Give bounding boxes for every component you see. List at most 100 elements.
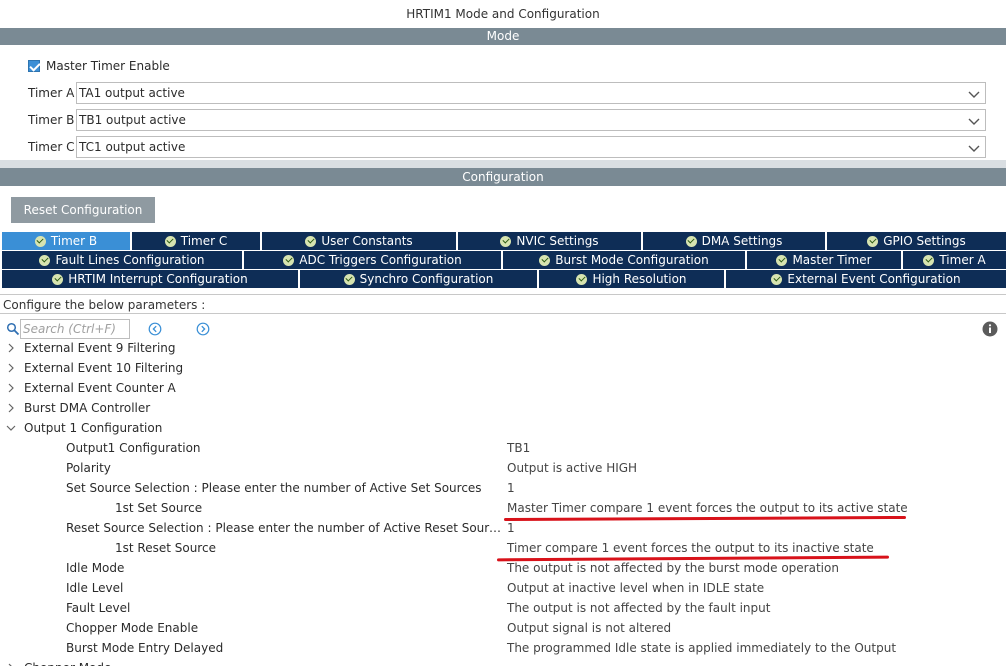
timer-c-row: Timer C TC1 output active (28, 136, 986, 158)
tab-label: Fault Lines Configuration (55, 253, 205, 267)
param-value[interactable]: Timer compare 1 event forces the output … (507, 538, 874, 558)
param-row[interactable]: Set Source Selection : Please enter the … (0, 478, 1006, 498)
param-row[interactable]: Chopper Mode Enable Output signal is not… (0, 618, 1006, 638)
chevron-right-icon[interactable] (6, 403, 16, 413)
param-value[interactable]: Master Timer compare 1 event forces the … (507, 498, 908, 518)
param-value[interactable]: Output at inactive level when in IDLE st… (507, 578, 764, 598)
tab-timer-a[interactable]: Timer A (903, 251, 1006, 269)
check-icon (923, 254, 935, 266)
param-value[interactable]: TB1 (507, 438, 530, 458)
tab-high-resolution[interactable]: High Resolution (539, 270, 724, 288)
tab-adc-triggers-configuration[interactable]: ADC Triggers Configuration (244, 251, 501, 269)
chevron-down-icon (968, 145, 980, 152)
param-name: 1st Set Source (115, 501, 203, 515)
chevron-right-icon[interactable] (6, 343, 16, 353)
tree-group-label: External Event Counter A (24, 381, 176, 395)
tab-hrtim-interrupt-configuration[interactable]: HRTIM Interrupt Configuration (2, 270, 298, 288)
check-icon (867, 235, 879, 247)
check-icon (34, 235, 46, 247)
tab-label: User Constants (321, 234, 413, 248)
tab-nvic-settings[interactable]: NVIC Settings (458, 232, 641, 250)
param-value[interactable]: The programmed Idle state is applied imm… (507, 638, 896, 658)
previous-result-icon[interactable] (148, 322, 162, 336)
chevron-right-icon[interactable] (6, 383, 16, 393)
param-row[interactable]: Reset Source Selection : Please enter th… (0, 518, 1006, 538)
timer-a-select[interactable]: TA1 output active (76, 82, 986, 104)
reset-configuration-button[interactable]: Reset Configuration (11, 197, 155, 223)
tab-row-3: HRTIM Interrupt Configuration Synchro Co… (2, 270, 1006, 288)
param-value[interactable]: The output is not affected by the fault … (507, 598, 770, 618)
tree-group-output-1-configuration[interactable]: Output 1 Configuration (0, 418, 1006, 438)
tree-group-external-event-10-filtering[interactable]: External Event 10 Filtering (0, 358, 1006, 378)
tree-group-label: Burst DMA Controller (24, 401, 151, 415)
configure-hint: Configure the below parameters : (0, 294, 1006, 314)
tab-synchro-configuration[interactable]: Synchro Configuration (300, 270, 537, 288)
tab-label: Burst Mode Configuration (555, 253, 709, 267)
timer-b-row: Timer B TB1 output active (28, 109, 986, 131)
param-row[interactable]: 1st Set Source Master Timer compare 1 ev… (0, 498, 1006, 518)
param-value[interactable]: 1 (507, 478, 515, 498)
check-icon (39, 254, 51, 266)
chevron-down-icon (968, 91, 980, 98)
search-input[interactable] (20, 319, 130, 339)
param-name: Output1 Configuration (66, 441, 201, 455)
tab-gpio-settings[interactable]: GPIO Settings (827, 232, 1006, 250)
check-icon (776, 254, 788, 266)
tab-row-2: Fault Lines Configuration ADC Triggers C… (2, 251, 1006, 269)
param-row[interactable]: Idle Level Output at inactive level when… (0, 578, 1006, 598)
tab-fault-lines-configuration[interactable]: Fault Lines Configuration (2, 251, 242, 269)
chevron-down-icon (968, 118, 980, 125)
tab-burst-mode-configuration[interactable]: Burst Mode Configuration (503, 251, 745, 269)
tab-label: Timer B (50, 234, 98, 248)
timer-c-select[interactable]: TC1 output active (76, 136, 986, 158)
timer-b-select[interactable]: TB1 output active (76, 109, 986, 131)
param-value[interactable]: The output is not affected by the burst … (507, 558, 839, 578)
tab-master-timer[interactable]: Master Timer (747, 251, 901, 269)
param-name: Reset Source Selection : Please enter th… (66, 521, 502, 535)
search-toolbar (0, 319, 1006, 339)
check-icon (685, 235, 697, 247)
timer-c-value: TC1 output active (79, 140, 186, 154)
tree-group-label: Chopper Mode (24, 658, 111, 666)
param-row[interactable]: Polarity Output is active HIGH (0, 458, 1006, 478)
tab-external-event-configuration[interactable]: External Event Configuration (726, 270, 1006, 288)
param-value[interactable]: Output is active HIGH (507, 458, 637, 478)
tab-dma-settings[interactable]: DMA Settings (643, 232, 825, 250)
param-row[interactable]: Burst Mode Entry Delayed The programmed … (0, 638, 1006, 658)
chevron-right-icon[interactable] (6, 363, 16, 373)
param-name: Chopper Mode Enable (66, 621, 199, 635)
master-timer-enable-checkbox[interactable] (28, 60, 40, 72)
tab-row-1: Timer B Timer C User Constants NVIC Sett… (2, 232, 1006, 250)
param-row[interactable]: Output1 Configuration TB1 (0, 438, 1006, 458)
tree-group-external-event-counter-a[interactable]: External Event Counter A (0, 378, 1006, 398)
timer-b-label: Timer B (28, 113, 75, 127)
mode-section-header: Mode (0, 28, 1006, 45)
tab-timer-b[interactable]: Timer B (2, 232, 130, 250)
tree-group-burst-dma-controller[interactable]: Burst DMA Controller (0, 398, 1006, 418)
master-timer-enable-label: Master Timer Enable (46, 59, 170, 73)
chevron-down-icon[interactable] (6, 423, 16, 433)
next-result-icon[interactable] (196, 322, 210, 336)
tab-label: Timer A (939, 253, 986, 267)
check-icon (539, 254, 551, 266)
check-icon (164, 235, 176, 247)
tree-group-chopper-mode[interactable]: Chopper Mode (0, 658, 1006, 666)
tab-label: HRTIM Interrupt Configuration (68, 272, 248, 286)
tree-group-external-event-9-filtering[interactable]: External Event 9 Filtering (0, 340, 1006, 358)
section-separator (0, 160, 1006, 168)
check-icon (500, 235, 512, 247)
timer-c-label: Timer C (28, 140, 75, 154)
info-icon[interactable] (982, 321, 998, 337)
param-name: Burst Mode Entry Delayed (66, 641, 224, 655)
check-icon (343, 273, 355, 285)
tab-timer-c[interactable]: Timer C (132, 232, 260, 250)
tree-group-label: Output 1 Configuration (24, 421, 163, 435)
search-icon (6, 322, 20, 336)
tab-label: External Event Configuration (787, 272, 961, 286)
parameter-tree: External Event 9 Filtering External Even… (0, 340, 1006, 666)
param-row[interactable]: Fault Level The output is not affected b… (0, 598, 1006, 618)
tab-user-constants[interactable]: User Constants (262, 232, 456, 250)
master-timer-enable[interactable]: Master Timer Enable (28, 58, 170, 74)
param-value[interactable]: Output signal is not altered (507, 618, 671, 638)
check-icon (771, 273, 783, 285)
